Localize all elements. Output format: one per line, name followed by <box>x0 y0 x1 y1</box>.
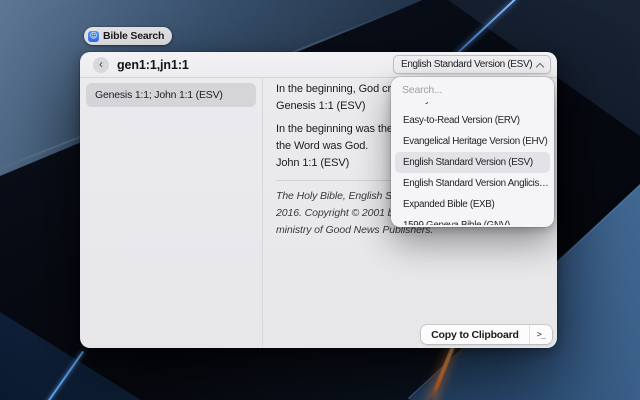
version-option[interactable]: Easy-to-Read Version (ERV) <box>395 110 550 131</box>
version-dropdown-panel: Search... Douay-Rheims 1899 American Edi… <box>391 77 554 227</box>
copy-to-clipboard-button[interactable]: Copy to Clipboard <box>421 325 529 344</box>
sidebar-item-result[interactable]: Genesis 1:1; John 1:1 (ESV) <box>86 83 256 107</box>
back-button[interactable]: ‹ <box>93 57 109 73</box>
chevron-left-icon: ‹ <box>99 58 103 70</box>
version-search-input[interactable]: Search... <box>391 77 554 102</box>
version-option[interactable]: Douay-Rheims 1899 American Edi… <box>395 102 550 110</box>
search-input[interactable]: gen1:1,jn1:1 <box>117 57 189 73</box>
version-options-list: Douay-Rheims 1899 American Edi… Easy-to-… <box>395 102 550 225</box>
terminal-prompt-icon[interactable]: >_ <box>529 325 552 344</box>
version-select-value: English Standard Version (ESV) <box>401 59 537 70</box>
bible-search-app-icon: ☺ <box>88 31 99 42</box>
chevron-up-icon <box>536 62 544 70</box>
version-option[interactable]: Expanded Bible (EXB) <box>395 194 550 215</box>
search-placeholder: Search... <box>402 84 442 96</box>
version-option[interactable]: 1599 Geneva Bible (GNV) <box>395 215 550 225</box>
version-option[interactable]: Evangelical Heritage Version (EHV) <box>395 131 550 152</box>
app-title-pill: ☺ Bible Search <box>84 27 172 45</box>
version-options-scroll: Douay-Rheims 1899 American Edi… Easy-to-… <box>395 102 550 225</box>
sidebar-divider <box>262 78 263 348</box>
version-option[interactable]: English Standard Version Anglicis… <box>395 173 550 194</box>
version-select-button[interactable]: English Standard Version (ESV) <box>393 55 551 74</box>
version-option-selected[interactable]: English Standard Version (ESV) <box>395 152 550 173</box>
copy-action-bar: Copy to Clipboard >_ <box>421 325 552 344</box>
app-title-label: Bible Search <box>103 30 164 42</box>
desktop: ☺ Bible Search ‹ gen1:1,jn1:1 English St… <box>0 0 640 400</box>
